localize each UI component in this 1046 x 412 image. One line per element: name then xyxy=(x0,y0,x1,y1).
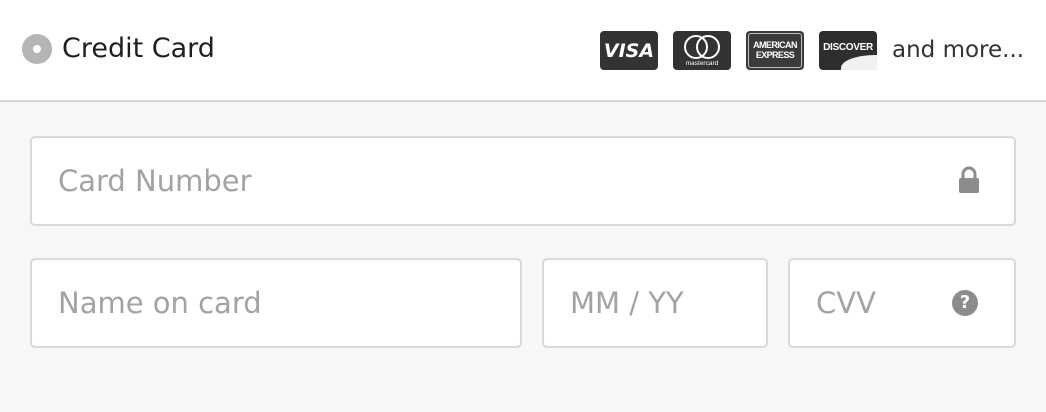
mastercard-logo-text: mastercard xyxy=(686,60,719,67)
discover-logo: DISCOVER xyxy=(819,31,877,70)
visa-logo-text: VISA xyxy=(603,39,655,62)
radio-dot xyxy=(33,45,41,53)
more-brands-text: and more... xyxy=(892,37,1025,63)
amex-badge: AMERICAN EXPRESS xyxy=(748,33,802,68)
cvv-input[interactable]: CVV ? xyxy=(788,258,1016,348)
card-number-input[interactable]: Card Number xyxy=(30,136,1016,226)
american-express-logo: AMERICAN EXPRESS xyxy=(746,31,804,70)
lock-icon xyxy=(959,166,979,193)
mastercard-circles-icon: mastercard xyxy=(684,35,720,67)
card-number-placeholder: Card Number xyxy=(58,164,252,198)
credit-card-radio[interactable] xyxy=(22,34,52,64)
discover-logo-text: DISCOVER xyxy=(823,42,873,53)
cvv-placeholder: CVV xyxy=(816,286,876,320)
discover-swoosh xyxy=(841,55,877,70)
expiry-placeholder: MM / YY xyxy=(570,286,684,320)
amex-line-1: AMERICAN xyxy=(753,40,797,50)
help-icon[interactable]: ? xyxy=(952,290,978,316)
payment-method-header[interactable]: Credit Card VISA mastercard AMERICAN EXP… xyxy=(0,0,1046,102)
expiry-date-input[interactable]: MM / YY xyxy=(542,258,768,348)
name-on-card-placeholder: Name on card xyxy=(58,286,262,320)
mastercard-logo: mastercard xyxy=(673,31,731,70)
visa-logo: VISA xyxy=(600,31,658,70)
credit-card-label[interactable]: Credit Card xyxy=(62,30,215,68)
amex-line-2: EXPRESS xyxy=(755,50,795,60)
name-on-card-input[interactable]: Name on card xyxy=(30,258,522,348)
card-form: Card Number Name on card MM / YY CVV ? xyxy=(0,102,1046,412)
payment-panel: Credit Card VISA mastercard AMERICAN EXP… xyxy=(0,0,1046,412)
